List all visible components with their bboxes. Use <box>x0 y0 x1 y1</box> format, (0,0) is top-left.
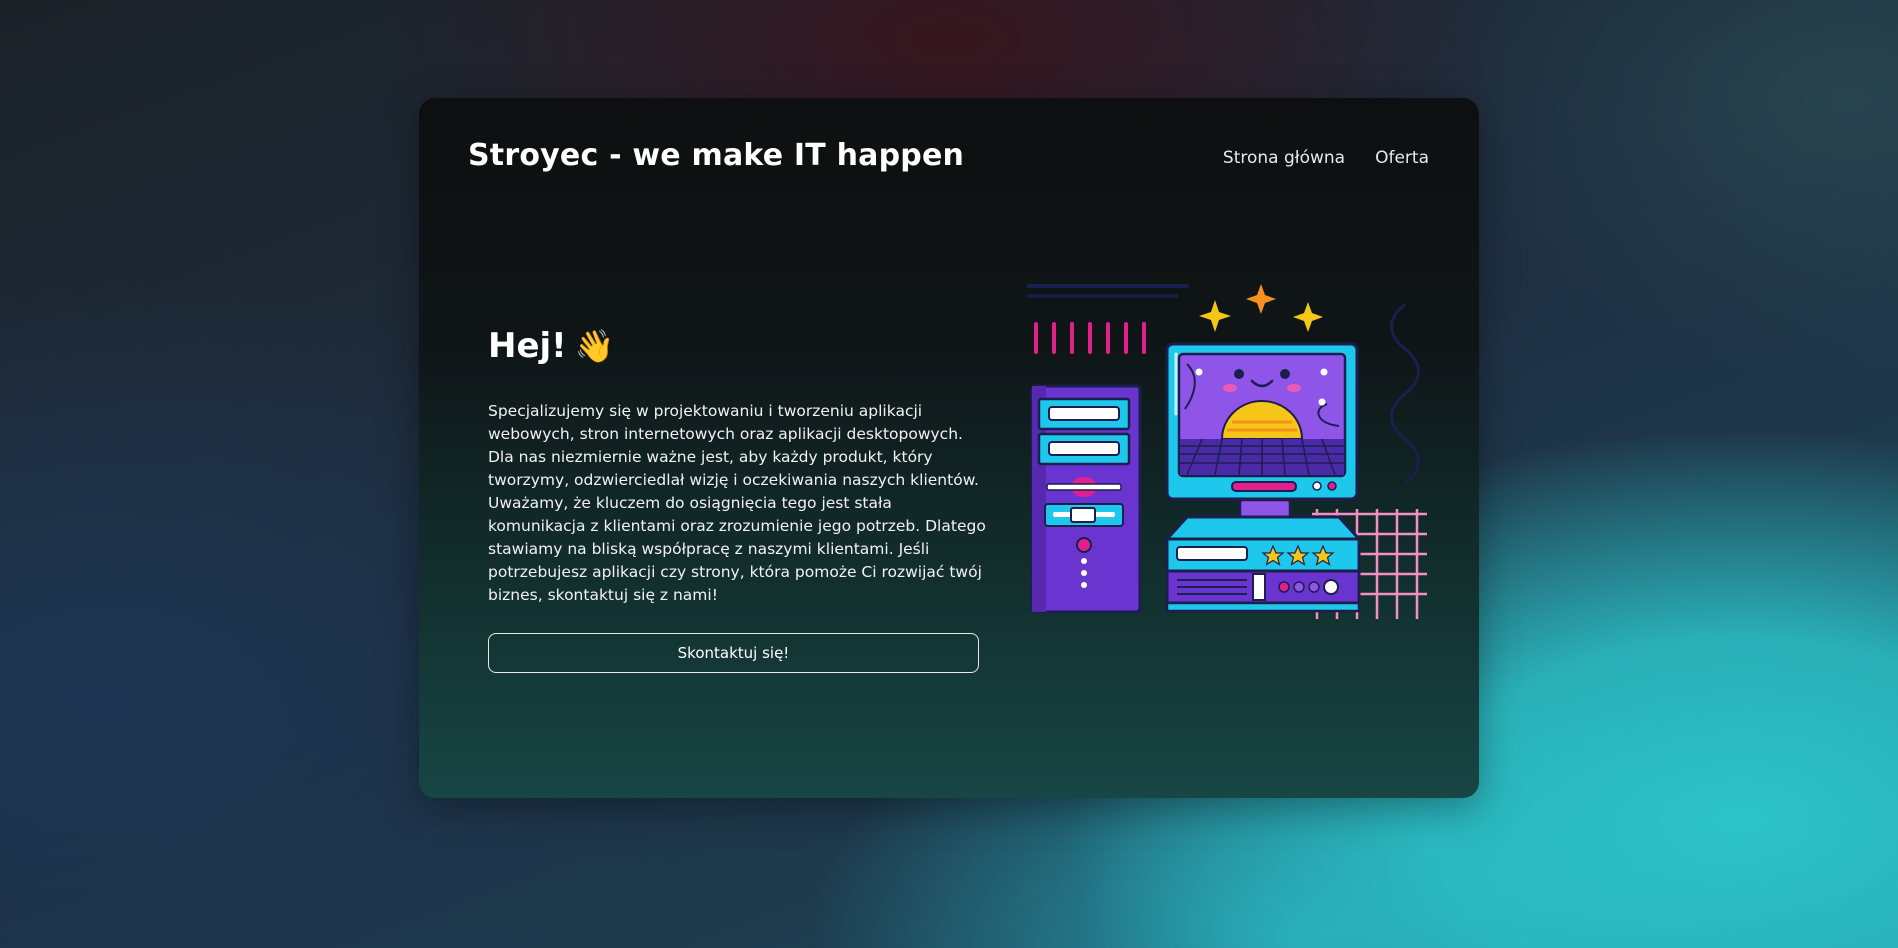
waving-hand-icon: 👋 <box>574 327 615 365</box>
nav-link-home[interactable]: Strona główna <box>1223 148 1345 168</box>
greeting-heading: Hej! <box>488 326 567 366</box>
nav-link-offer[interactable]: Oferta <box>1375 148 1429 168</box>
decor-top-lines <box>1027 284 1189 298</box>
greeting-row: Hej! 👋 <box>488 326 988 366</box>
brand-title[interactable]: Stroyec - we make IT happen <box>468 138 964 173</box>
decor-magenta-stripes <box>1034 322 1146 354</box>
hero-text: Hej! 👋 Specjalizujemy się w projektowani… <box>488 326 988 673</box>
pc-tower <box>1030 384 1142 614</box>
contact-button[interactable]: Skontaktuj się! <box>488 633 979 673</box>
hero-card: Stroyec - we make IT happen Strona główn… <box>419 98 1479 798</box>
hero-description: Specjalizujemy się w projektowaniu i two… <box>488 402 986 604</box>
pc-monitor <box>1165 342 1359 524</box>
decor-squiggle <box>1390 302 1420 486</box>
retro-computer-illustration <box>1027 284 1427 619</box>
sparkle-icons <box>1199 284 1323 332</box>
pc-base-unit <box>1165 515 1361 613</box>
main-nav: Strona główna Oferta <box>1223 148 1429 168</box>
